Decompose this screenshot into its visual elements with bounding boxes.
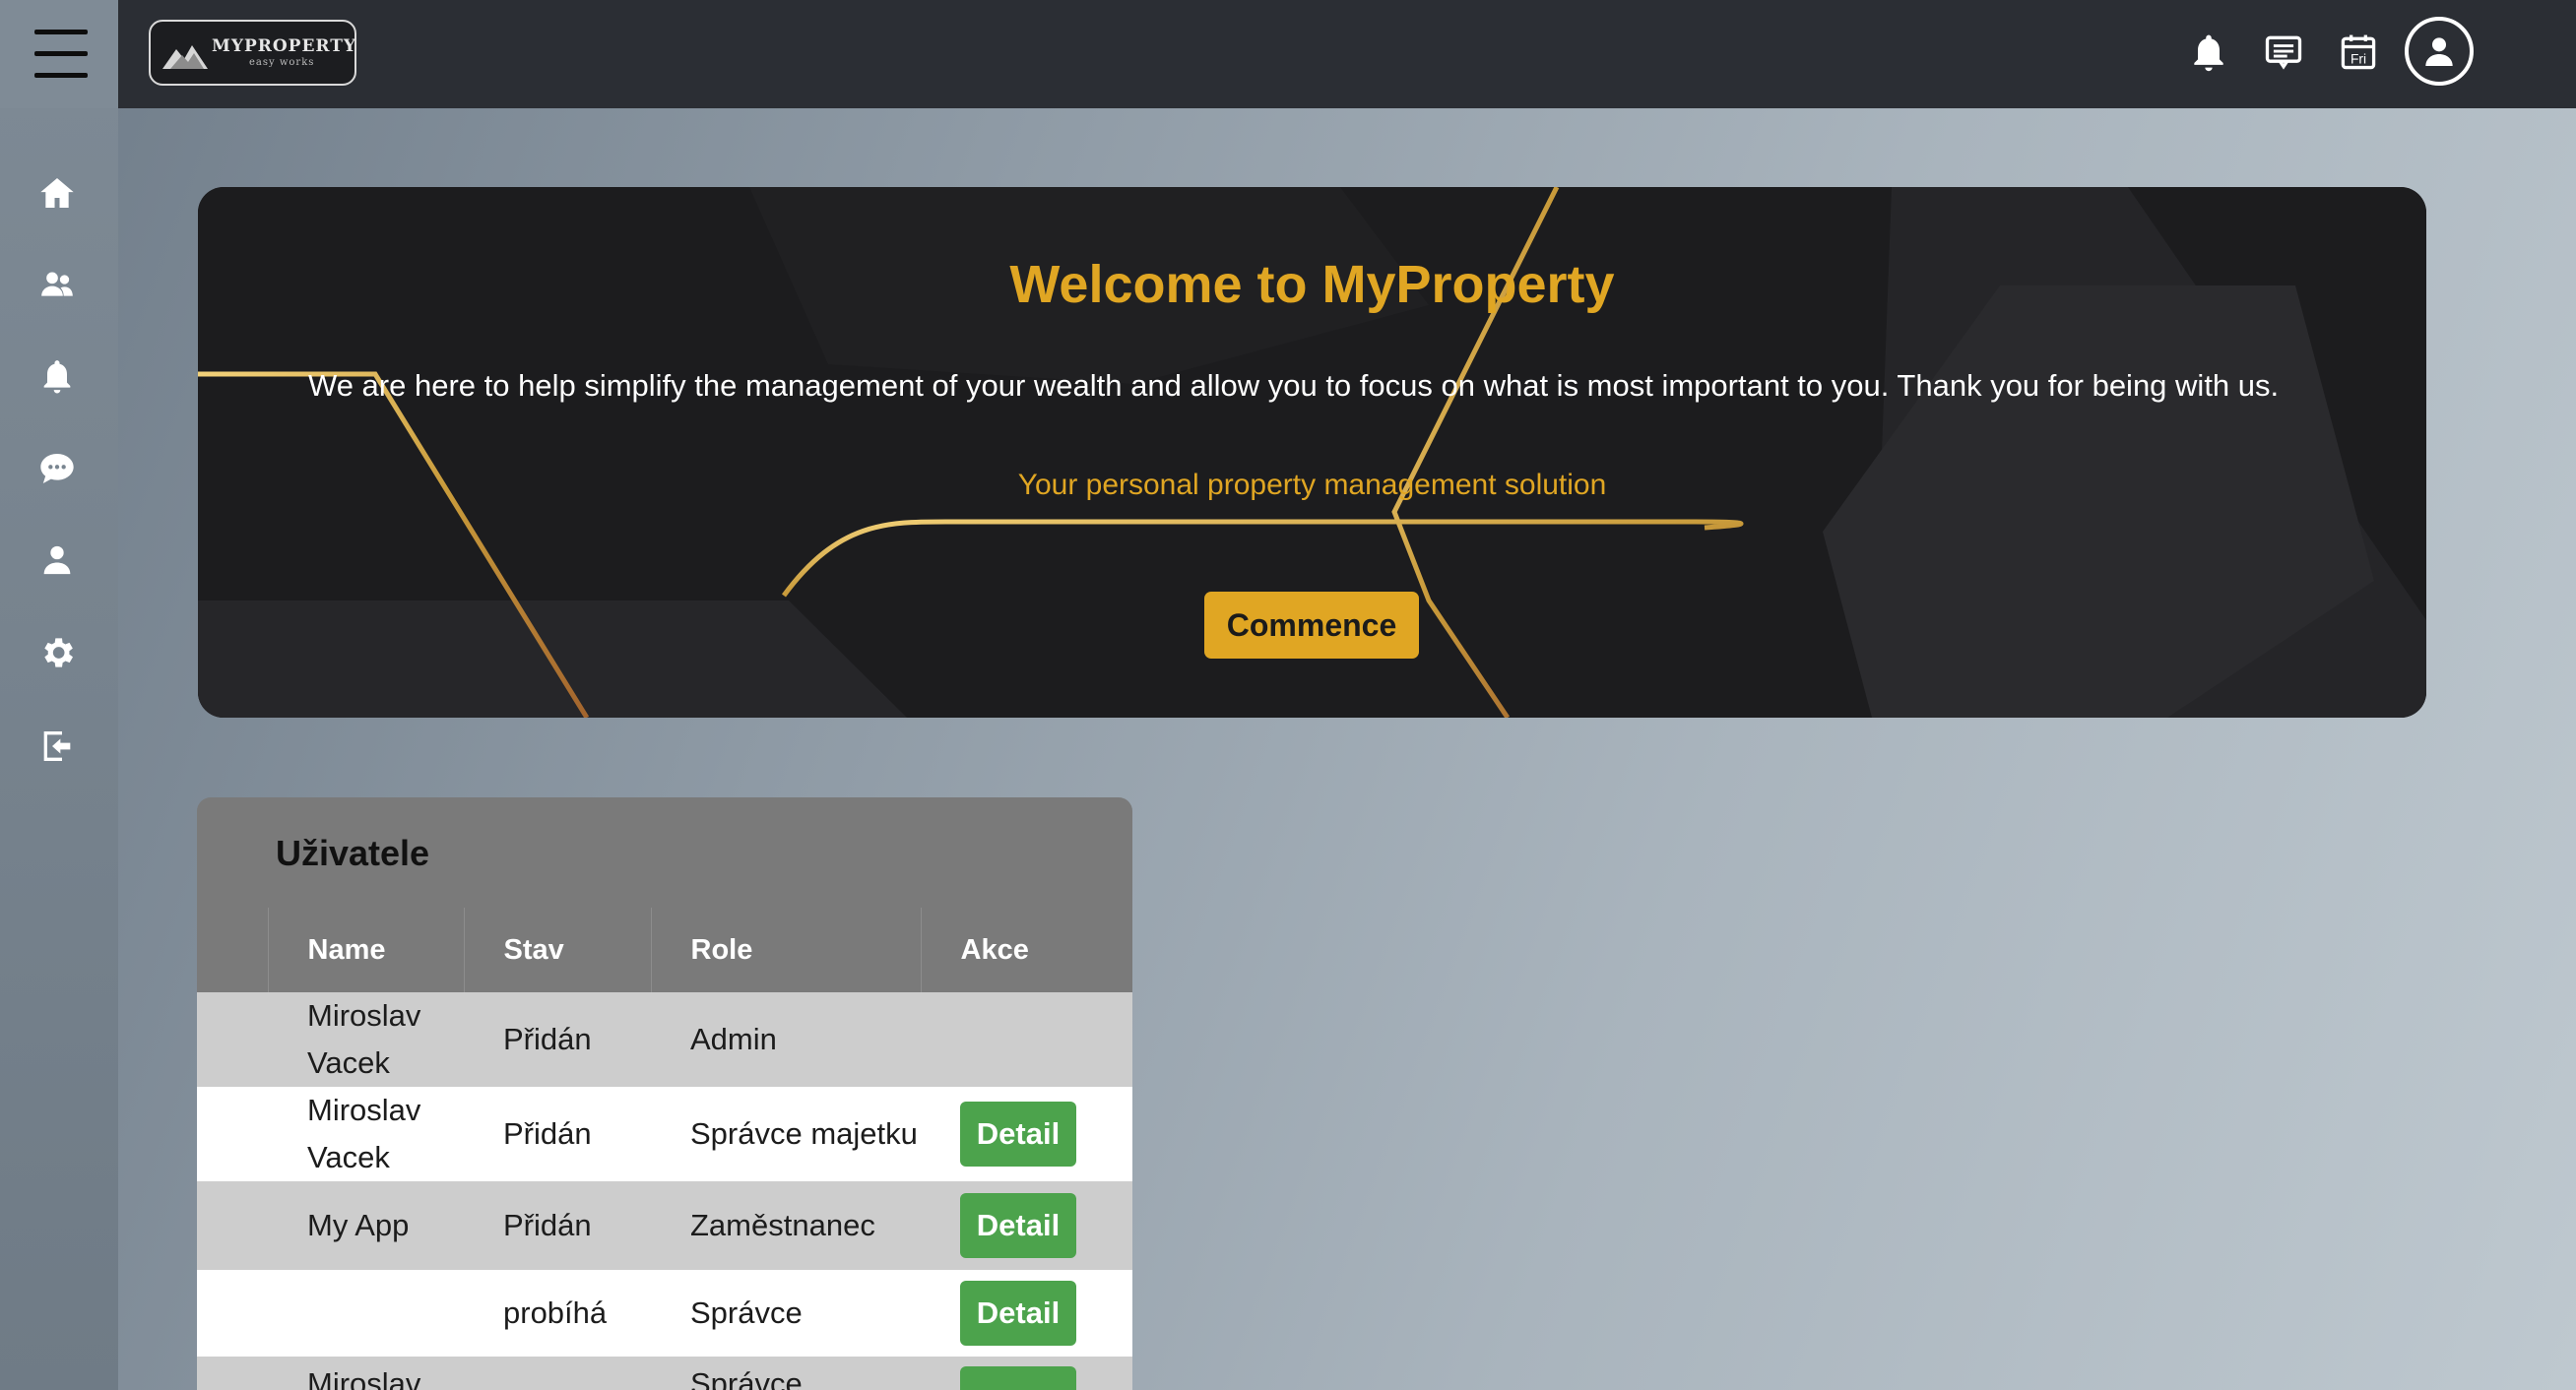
messages-button[interactable] xyxy=(2259,28,2308,77)
message-icon xyxy=(2265,35,2302,70)
logo-subtitle: easy works xyxy=(249,57,315,68)
user-status: probíhá xyxy=(464,1270,651,1357)
welcome-banner: Welcome to MyProperty We are here to hel… xyxy=(198,187,2426,718)
sidebar-item-messages[interactable] xyxy=(33,445,81,492)
table-row[interactable]: Miroslav Vacek Přidán Admin xyxy=(197,992,1132,1087)
user-action-cell xyxy=(921,992,1132,1087)
user-name: Miroslav Vacek xyxy=(268,1087,464,1181)
users-icon xyxy=(41,272,73,296)
user-status: Přidán xyxy=(464,992,651,1087)
table-row[interactable]: My App Přidán Zaměstnanec Detail xyxy=(197,1181,1132,1270)
bell-icon xyxy=(43,360,71,394)
column-header-select xyxy=(197,908,268,992)
row-spacer xyxy=(197,1181,268,1270)
user-icon xyxy=(2425,37,2453,66)
hero-title: Welcome to MyProperty xyxy=(1009,255,1615,314)
user-avatar-button[interactable] xyxy=(2405,17,2474,86)
user-role: Zaměstnanec xyxy=(651,1181,921,1270)
user-action-cell: Detail xyxy=(921,1181,1132,1270)
row-spacer xyxy=(197,1357,268,1390)
table-row[interactable]: Miroslav Správce xyxy=(197,1357,1132,1390)
user-name: Miroslav Vacek xyxy=(268,992,464,1087)
user-status: Přidán xyxy=(464,1087,651,1181)
menu-toggle-button[interactable] xyxy=(0,0,118,108)
table-row[interactable]: Miroslav Vacek Přidán Správce majetku De… xyxy=(197,1087,1132,1181)
table-row[interactable]: probíhá Správce Detail xyxy=(197,1270,1132,1357)
hamburger-line xyxy=(34,51,88,56)
user-action-cell xyxy=(921,1357,1132,1390)
detail-button[interactable]: Detail xyxy=(960,1193,1076,1258)
users-card: Uživatele Name Stav Role Akce Miroslav V… xyxy=(197,797,1132,1390)
user-role: Správce xyxy=(651,1270,921,1357)
gear-icon xyxy=(44,638,73,667)
sidebar-item-home[interactable] xyxy=(33,169,81,217)
notifications-button[interactable] xyxy=(2184,28,2233,77)
commence-button[interactable]: Commence xyxy=(1204,592,1419,659)
column-header-status[interactable]: Stav xyxy=(463,908,651,992)
hamburger-line xyxy=(34,73,88,78)
user-role: Admin xyxy=(651,992,921,1087)
calendar-button[interactable]: Fri xyxy=(2334,28,2383,77)
table-header-row: Name Stav Role Akce xyxy=(197,908,1132,992)
hamburger-line xyxy=(34,30,88,34)
user-role: Správce xyxy=(651,1357,921,1390)
sidebar-item-profile[interactable] xyxy=(33,537,81,584)
logout-icon xyxy=(43,731,71,761)
row-spacer xyxy=(197,1087,268,1181)
logo-title: MYPROPERTY xyxy=(212,36,357,56)
row-spacer xyxy=(197,992,268,1087)
chat-icon xyxy=(40,454,74,483)
user-action-cell: Detail xyxy=(921,1270,1132,1357)
users-card-title: Uživatele xyxy=(276,833,430,873)
hero-description: We are here to help simplify the managem… xyxy=(308,368,2280,403)
detail-button[interactable]: Detail xyxy=(960,1281,1076,1346)
user-name: Miroslav xyxy=(268,1357,464,1390)
sidebar xyxy=(0,0,118,1390)
column-header-action: Akce xyxy=(920,908,1132,992)
row-spacer xyxy=(197,1270,268,1357)
column-header-role[interactable]: Role xyxy=(650,908,921,992)
user-name xyxy=(268,1270,464,1357)
sidebar-item-users[interactable] xyxy=(33,261,81,308)
user-name: My App xyxy=(268,1181,464,1270)
sidebar-item-settings[interactable] xyxy=(33,629,81,676)
user-status: Přidán xyxy=(464,1181,651,1270)
detail-button[interactable]: Detail xyxy=(960,1102,1076,1167)
sidebar-item-notifications[interactable] xyxy=(33,352,81,400)
detail-button[interactable] xyxy=(960,1366,1076,1390)
sidebar-item-logout[interactable] xyxy=(33,723,81,770)
column-header-name[interactable]: Name xyxy=(267,908,464,992)
user-action-cell: Detail xyxy=(921,1087,1132,1181)
calendar-day-label: Fri xyxy=(2351,52,2366,67)
hero-tagline: Your personal property management soluti… xyxy=(1017,469,1607,501)
users-table: Name Stav Role Akce Miroslav Vacek Přidá… xyxy=(197,908,1132,1390)
user-role: Správce majetku xyxy=(651,1087,921,1181)
user-status xyxy=(464,1357,651,1390)
bell-icon xyxy=(2194,34,2223,72)
logo[interactable]: MYPROPERTY easy works xyxy=(149,20,356,86)
home-icon xyxy=(40,178,74,208)
profile-icon xyxy=(43,545,71,575)
calendar-icon: Fri xyxy=(2341,34,2376,70)
